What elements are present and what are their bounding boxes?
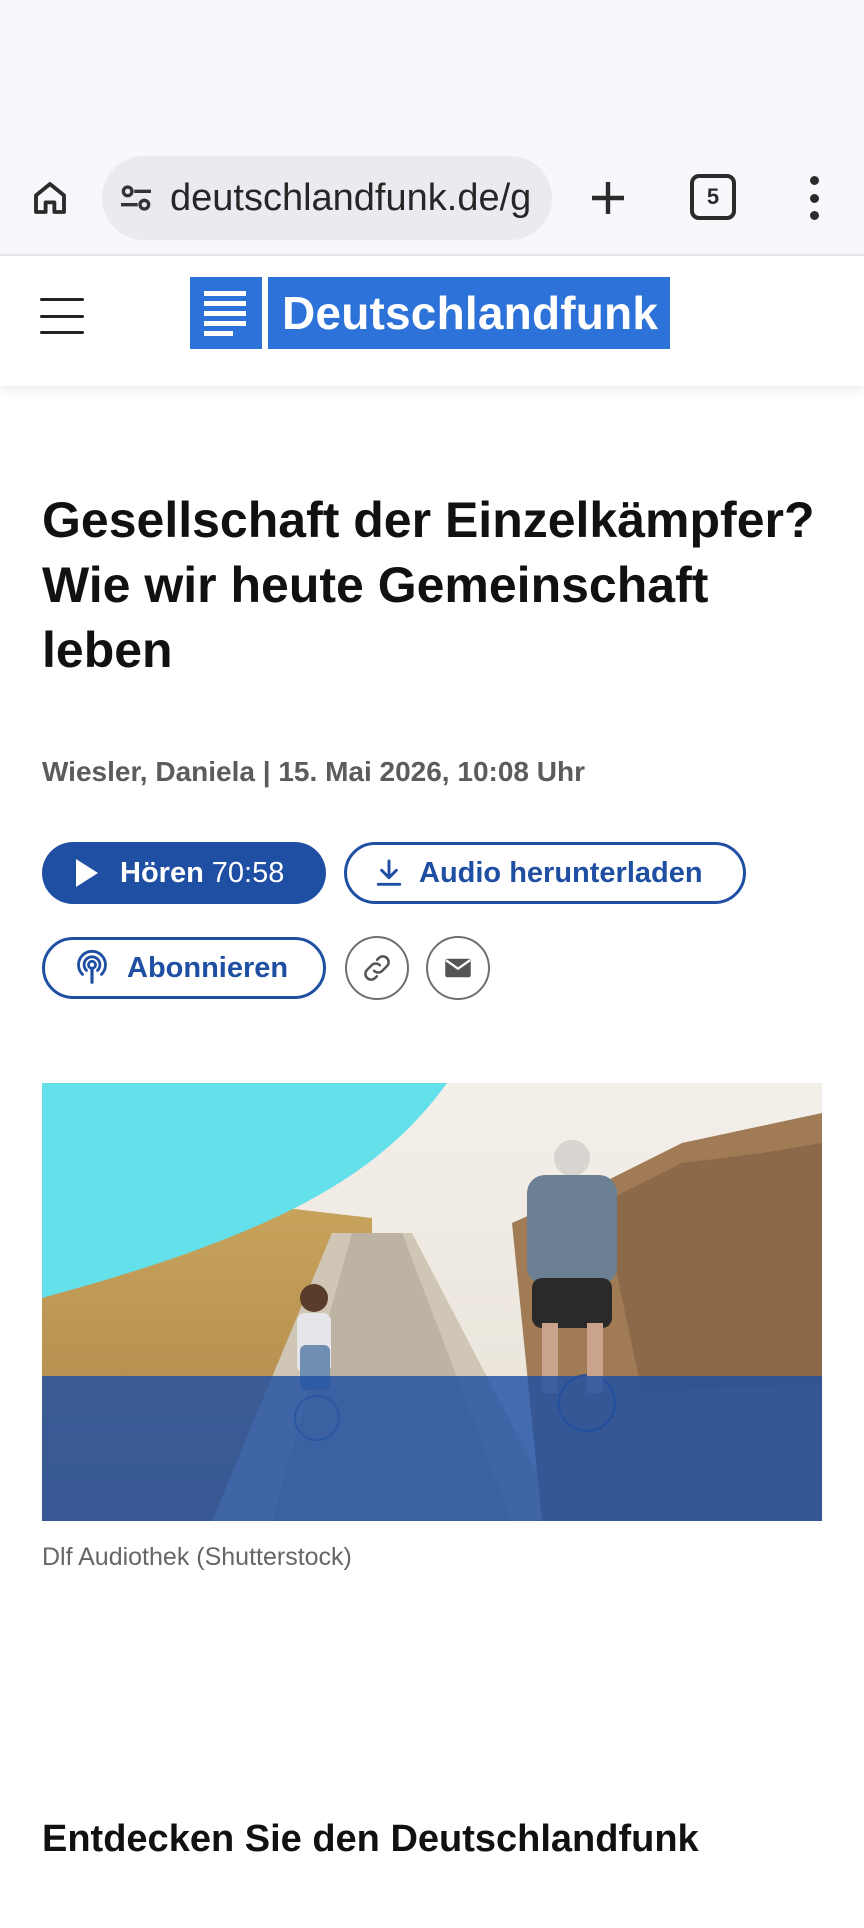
hamburger-icon[interactable] [40,298,84,334]
headline-line-2: Wie wir heute Gemeinschaft [42,557,709,613]
share-mail-button[interactable] [426,936,490,1000]
copy-link-button[interactable] [345,936,409,1000]
download-icon [376,859,402,886]
headline-line-3: leben [42,622,173,678]
mail-icon [445,958,471,978]
subscribe-button[interactable]: Abonnieren [42,937,326,999]
tab-count: 5 [706,184,720,209]
download-audio-button[interactable]: Audio herunterladen [344,842,746,904]
home-icon [34,182,66,214]
url-text: deutschlandfunk.de/g [170,176,532,219]
link-icon [364,955,390,981]
article-meta: Wiesler, Daniela | 15. Mai 2026, 10:08 U… [42,756,585,787]
hero-illustration [42,1083,822,1521]
listen-duration: 70:58 [211,856,285,889]
home-button[interactable] [26,174,74,222]
download-label: Audio herunterladen [419,856,703,889]
browser-toolbar: deutschlandfunk.de/g 5 [0,148,864,256]
listen-button[interactable]: Hören 70:58 [42,842,326,904]
subscribe-label: Abonnieren [127,951,289,984]
more-vert-icon[interactable] [800,170,828,226]
logo-mark-icon [190,277,262,349]
article-image [42,1083,822,1521]
discover-section-title: Entdecken Sie den Deutschlandfunk [42,1818,699,1860]
play-icon [76,859,98,887]
image-caption: Dlf Audiothek (Shutterstock) [42,1543,352,1571]
headline-line-1: Gesellschaft der Einzelkämpfer? [42,492,815,548]
podcast-icon [77,950,107,984]
new-tab-button[interactable] [584,174,632,222]
listen-label: Hören [120,856,204,889]
article-headline: Gesellschaft der Einzelkämpfer? Wie wir … [42,488,842,683]
tab-switcher-button[interactable]: 5 [690,174,736,220]
status-bar-area [0,0,864,148]
tune-icon[interactable] [116,178,156,218]
site-header: Deutschlandfunk [0,258,864,386]
site-logo[interactable]: Deutschlandfunk [190,277,671,349]
logo-wordmark: Deutschlandfunk [268,277,671,349]
address-bar[interactable]: deutschlandfunk.de/g [102,156,552,240]
